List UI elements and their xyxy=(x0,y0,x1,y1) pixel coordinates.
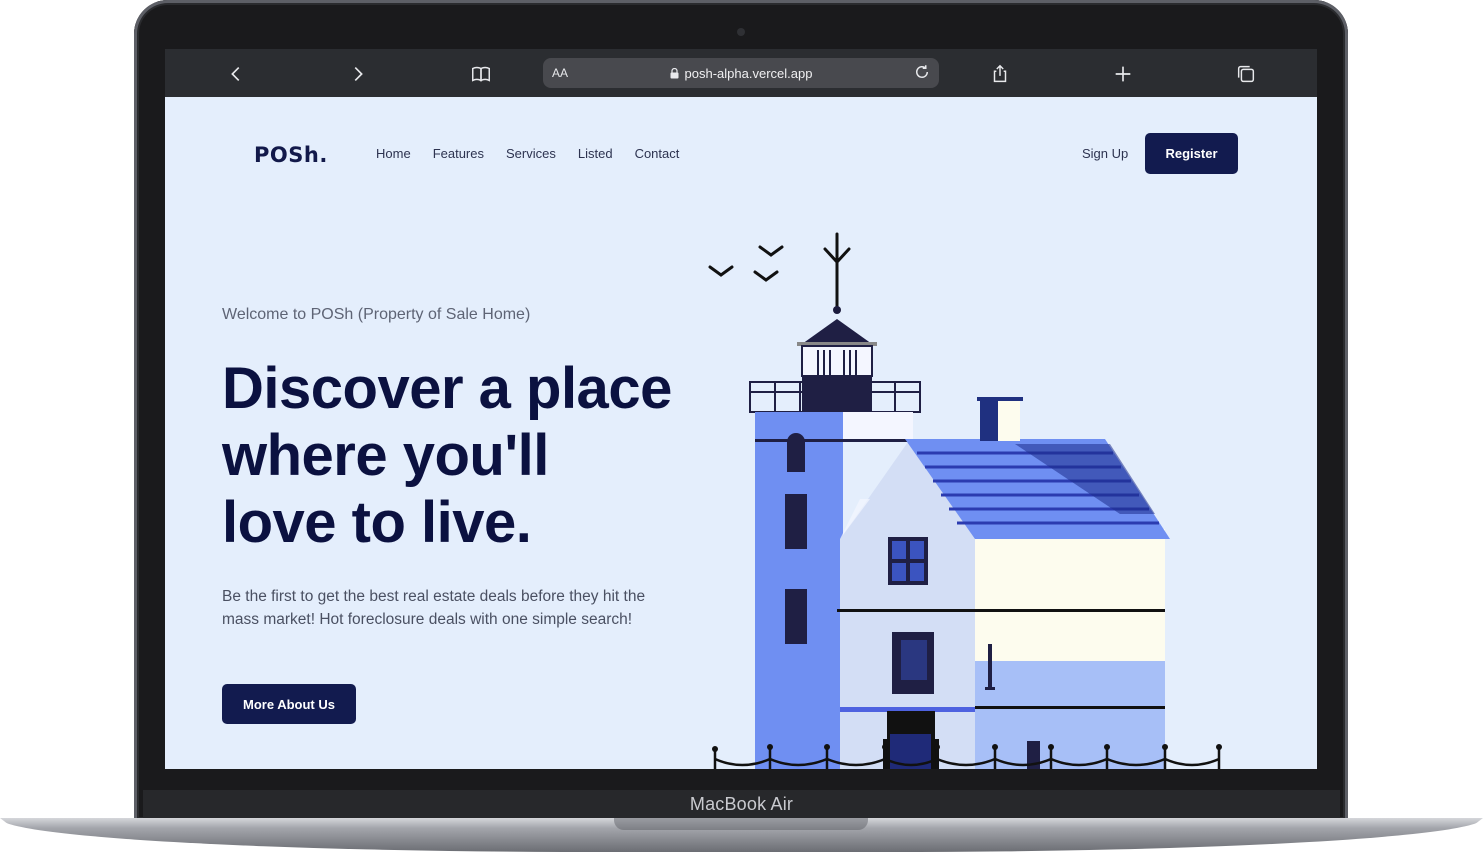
nav-services[interactable]: Services xyxy=(506,146,556,161)
address-bar[interactable]: AA posh-alpha.vercel.app xyxy=(543,58,939,88)
screen: AA posh-alpha.vercel.app POSh. Home Feat… xyxy=(165,49,1317,769)
browser-toolbar: AA posh-alpha.vercel.app xyxy=(165,49,1317,97)
welcome-text: Welcome to POSh (Property of Sale Home) xyxy=(222,306,531,323)
hero-subtext: Be the first to get the best real estate… xyxy=(222,588,646,628)
back-icon[interactable] xyxy=(224,62,248,86)
sign-up-link[interactable]: Sign Up xyxy=(1082,146,1128,161)
site-header: POSh. Home Features Services Listed Cont… xyxy=(165,97,1317,209)
device-brand-label: MacBook Air xyxy=(689,794,794,814)
register-button[interactable]: Register xyxy=(1145,133,1238,174)
antenna-icon xyxy=(823,232,851,311)
hero-headline: Discover a place where you'll love to li… xyxy=(222,355,692,556)
headline-line: Discover a place xyxy=(222,356,672,421)
lock-icon xyxy=(670,67,679,82)
url-text: posh-alpha.vercel.app xyxy=(684,66,813,81)
tabs-icon[interactable] xyxy=(1234,62,1258,86)
main-nav: Home Features Services Listed Contact xyxy=(376,146,701,161)
webcam xyxy=(737,28,745,36)
site-logo[interactable]: POSh. xyxy=(254,143,328,167)
nav-listed[interactable]: Listed xyxy=(578,146,613,161)
nav-home[interactable]: Home xyxy=(376,146,411,161)
lighthouse-illustration xyxy=(708,232,1222,769)
laptop-notch xyxy=(614,818,868,830)
more-about-us-button[interactable]: More About Us xyxy=(222,684,356,724)
share-icon[interactable] xyxy=(988,62,1012,86)
nav-features[interactable]: Features xyxy=(433,146,484,161)
new-tab-icon[interactable] xyxy=(1111,62,1135,86)
headline-line: love to live. xyxy=(222,490,532,555)
nav-contact[interactable]: Contact xyxy=(635,146,680,161)
birds-icon xyxy=(708,245,784,282)
reload-icon[interactable] xyxy=(913,63,931,81)
forward-icon[interactable] xyxy=(346,62,370,86)
headline-line: where you'll xyxy=(222,423,549,488)
bookmarks-icon[interactable] xyxy=(469,62,493,86)
